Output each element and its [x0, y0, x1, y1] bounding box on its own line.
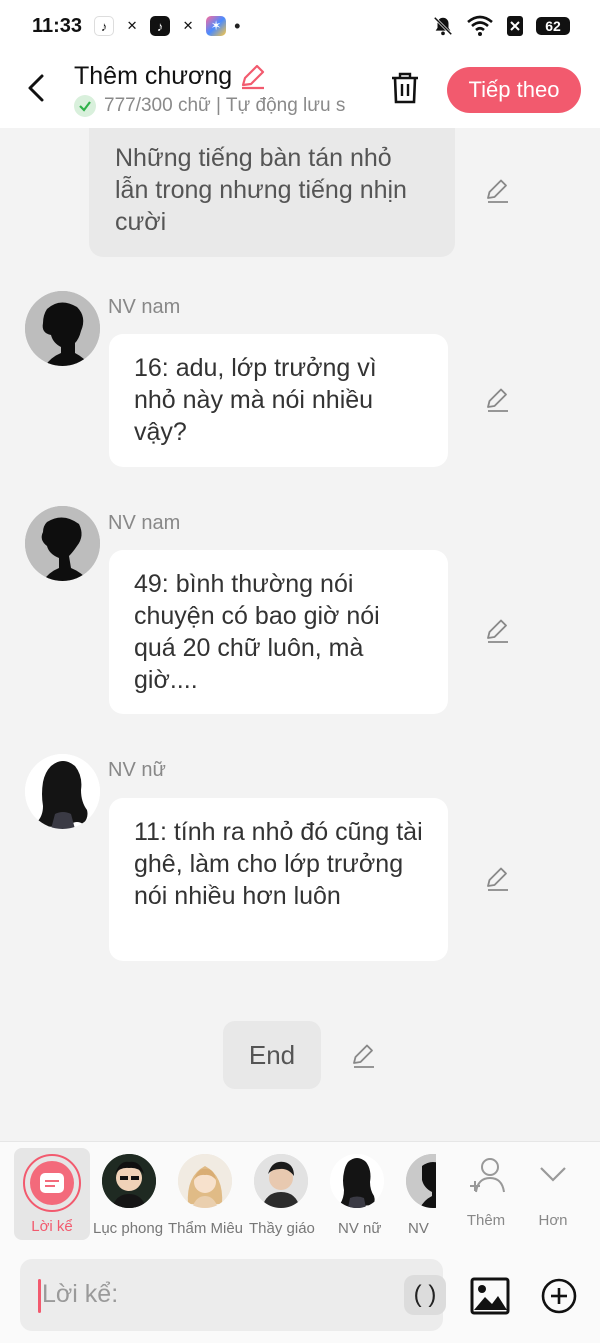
- narration-icon: [30, 1161, 74, 1205]
- next-button[interactable]: Tiếp theo: [447, 67, 581, 113]
- input-bar: Lời kể: ( ): [0, 1249, 600, 1343]
- title-area: Thêm chương 777/300 chữ | Tự động lưu s: [74, 62, 374, 117]
- narrator-tab[interactable]: Lời kể: [14, 1148, 90, 1240]
- chevron-down-icon: [540, 1167, 566, 1182]
- narration-bubble[interactable]: Những tiếng bàn tán nhỏ lẫn trong nhưng …: [89, 128, 455, 257]
- saved-check-icon: [74, 95, 96, 117]
- more-characters-button[interactable]: Hơn: [523, 1142, 583, 1242]
- character-name: NV nữ: [338, 1220, 382, 1237]
- character-nv-nu[interactable]: NV nữ: [326, 1142, 388, 1242]
- add-character-label: Thêm: [466, 1212, 506, 1229]
- edit-title-icon[interactable]: [238, 63, 266, 91]
- avatar: [178, 1154, 232, 1208]
- female-silhouette-icon: [25, 754, 100, 829]
- message-input[interactable]: Lời kể: ( ): [20, 1259, 446, 1331]
- word-count-text: 777/300 chữ | Tự động lưu s: [104, 95, 346, 116]
- avatar-male[interactable]: [25, 291, 100, 366]
- tiktok-icon: ♪: [94, 16, 115, 36]
- speaker-name: NV nam: [108, 296, 181, 318]
- capcut-icon: ✕: [122, 16, 143, 36]
- image-icon[interactable]: [470, 1276, 510, 1316]
- add-character-button[interactable]: Thêm: [456, 1142, 516, 1242]
- word-count-status: 777/300 chữ | Tự động lưu s: [74, 95, 360, 117]
- avatar: [330, 1154, 384, 1208]
- back-arrow-icon[interactable]: [22, 70, 52, 106]
- wifi-icon: [467, 15, 493, 36]
- character-name: Thẩm Miêu: [168, 1220, 244, 1237]
- parentheses-button[interactable]: ( ): [404, 1275, 446, 1315]
- tiktok-icon: ♪: [150, 16, 171, 36]
- end-bubble[interactable]: End: [223, 1021, 321, 1089]
- speaker-name: NV nữ: [108, 759, 166, 781]
- edit-message-icon[interactable]: [350, 1043, 376, 1069]
- status-app-icons: ♪ ✕ ♪ ✕ ✶ •: [94, 16, 240, 37]
- capcut-icon: ✕: [178, 16, 199, 36]
- character-thay-giao[interactable]: Thầy giáo: [246, 1142, 318, 1242]
- edit-message-icon[interactable]: [484, 866, 510, 892]
- edit-message-icon[interactable]: [484, 387, 510, 413]
- add-user-icon: [470, 1158, 505, 1193]
- edit-message-icon[interactable]: [484, 178, 510, 204]
- status-time: 11:33: [32, 14, 83, 37]
- input-placeholder: Lời kể:: [42, 1280, 119, 1308]
- character-name: NV: [408, 1220, 429, 1237]
- speaker-name: NV nam: [108, 512, 181, 534]
- chat-content[interactable]: Những tiếng bàn tán nhỏ lẫn trong nhưng …: [0, 128, 600, 1140]
- muted-bell-icon: [433, 16, 453, 36]
- message-bubble[interactable]: 11: tính ra nhỏ đó cũng tài ghê, làm cho…: [109, 798, 448, 961]
- more-label: Hơn: [538, 1212, 568, 1229]
- narrator-label: Lời kể: [31, 1218, 73, 1235]
- message-bubble[interactable]: 16: adu, lớp trưởng vì nhỏ này mà nói nh…: [109, 334, 448, 467]
- app-header: Thêm chương 777/300 chữ | Tự động lưu s …: [0, 52, 600, 128]
- trash-icon[interactable]: [388, 70, 422, 106]
- character-nv[interactable]: NV: [400, 1142, 436, 1242]
- character-name: Thầy giáo: [249, 1220, 315, 1237]
- character-name: Lục phong: [93, 1220, 164, 1237]
- sim-disabled-icon: [507, 16, 523, 36]
- avatar: [102, 1154, 156, 1208]
- message-bubble[interactable]: 49: bình thường nói chuyện có bao giờ nó…: [109, 550, 448, 714]
- male-silhouette-icon: [25, 506, 100, 581]
- character-tham-mieu[interactable]: Thẩm Miêu: [168, 1142, 244, 1242]
- more-notifications-dot: •: [234, 15, 241, 36]
- avatar-female[interactable]: [25, 754, 100, 829]
- add-icon[interactable]: [540, 1277, 578, 1315]
- status-bar: 11:33 ♪ ✕ ♪ ✕ ✶ • 62: [0, 0, 600, 52]
- avatar: [406, 1154, 436, 1208]
- page-title: Thêm chương: [74, 62, 233, 90]
- page-title-row[interactable]: Thêm chương: [74, 62, 374, 91]
- male-silhouette-icon: [25, 291, 100, 366]
- battery-indicator: 62: [536, 17, 570, 35]
- text-caret: [38, 1279, 41, 1313]
- avatar: [254, 1154, 308, 1208]
- app-icon: ✶: [206, 16, 227, 36]
- character-luc-phong[interactable]: Lục phong: [92, 1142, 166, 1242]
- character-selector: Lời kể Lục phong Thẩm Miêu Thầy giáo NV …: [0, 1141, 600, 1249]
- avatar-male[interactable]: [25, 506, 100, 581]
- edit-message-icon[interactable]: [484, 618, 510, 644]
